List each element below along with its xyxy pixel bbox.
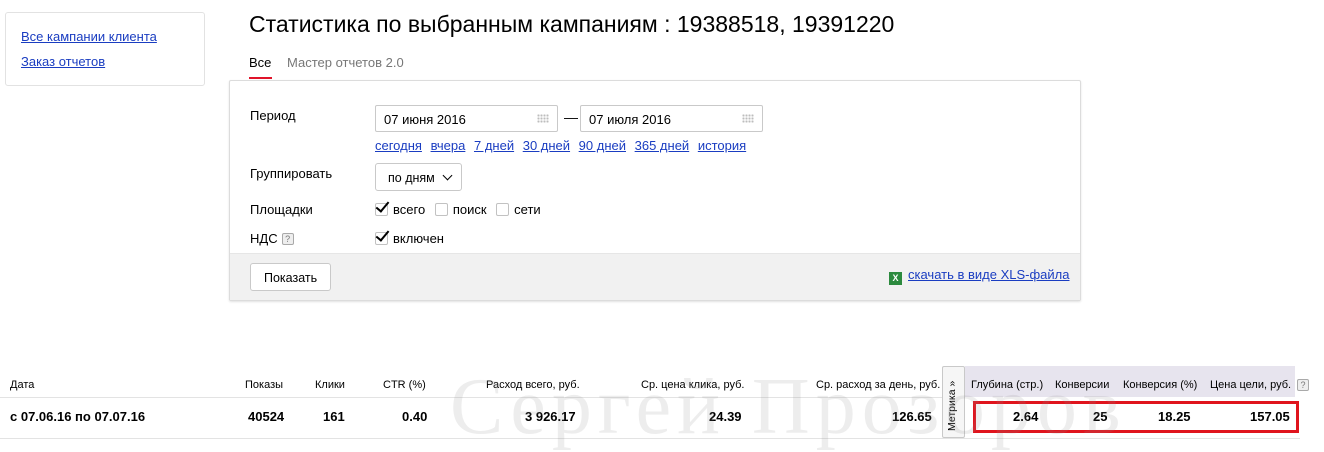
date-to-input[interactable]: 07 июля 2016 [580, 105, 763, 132]
cell-impressions: 40524 [248, 409, 285, 424]
checkbox-vat[interactable] [375, 232, 388, 245]
cell-clicks: 161 [323, 409, 345, 424]
period-label: Период [250, 108, 296, 123]
highlight-box [973, 401, 1299, 433]
filters-panel: Период 07 июня 2016 — 07 июля 2016 сегод… [229, 80, 1081, 301]
date-from-input[interactable]: 07 июня 2016 [375, 105, 558, 132]
cell-ctr: 0.40 [402, 409, 428, 424]
quick-period-links: сегодня вчера 7 дней 30 дней 90 дней 365… [375, 138, 751, 153]
checkbox-search[interactable] [434, 203, 448, 216]
col-header-impressions[interactable]: Показы [245, 379, 283, 391]
col-header-avg-daily-spend[interactable]: Ср. расход за день, руб. [816, 379, 940, 391]
date-to-value: 07 июля 2016 [589, 112, 671, 127]
date-dash: — [564, 109, 578, 125]
checkbox-search-label: поиск [452, 202, 487, 217]
tab-all[interactable]: Все [249, 55, 271, 70]
col-header-avg-cpc[interactable]: Ср. цена клика, руб. [641, 379, 744, 391]
date-from-value: 07 июня 2016 [384, 112, 466, 127]
col-header-conversions[interactable]: Конверсии [1055, 379, 1109, 391]
group-select-value: по дням [388, 171, 435, 185]
platforms-options: всего поиск сети [375, 202, 547, 217]
show-button[interactable]: Показать [250, 263, 331, 291]
quick-link-90-days[interactable]: 90 дней [579, 138, 626, 153]
quick-link-yesterday[interactable]: вчера [431, 138, 466, 153]
checkbox-networks[interactable] [496, 203, 510, 216]
sidebar: Все кампании клиента Заказ отчетов [5, 12, 205, 86]
active-tab-indicator [249, 77, 272, 79]
checkbox-vat-label: включен [393, 231, 444, 246]
metrika-toggle-label: Метрика » [946, 380, 958, 431]
vat-label: НДС [250, 231, 278, 246]
col-header-date[interactable]: Дата [10, 379, 34, 391]
excel-icon: X [889, 272, 902, 285]
col-header-ctr[interactable]: CTR (%) [383, 379, 426, 391]
chevron-down-icon [442, 170, 453, 181]
quick-link-365-days[interactable]: 365 дней [635, 138, 690, 153]
col-header-conversion-rate[interactable]: Конверсия (%) [1123, 379, 1197, 391]
cell-avg-cpc: 24.39 [709, 409, 742, 424]
xls-download-label: скачать в виде XLS-файла [908, 267, 1070, 282]
tab-report-master[interactable]: Мастер отчетов 2.0 [287, 55, 404, 70]
checkbox-all-label: всего [393, 202, 426, 217]
quick-link-history[interactable]: история [698, 138, 746, 153]
cell-date: с 07.06.16 по 07.07.16 [10, 409, 146, 424]
quick-link-30-days[interactable]: 30 дней [523, 138, 570, 153]
checkbox-all[interactable] [375, 203, 388, 216]
help-icon[interactable]: ? [1297, 379, 1309, 391]
calendar-icon[interactable] [537, 114, 549, 123]
all-campaigns-link[interactable]: Все кампании клиента [21, 29, 157, 44]
platforms-label: Площадки [250, 202, 313, 217]
divider [0, 397, 965, 398]
quick-link-7-days[interactable]: 7 дней [474, 138, 514, 153]
stats-table: Дата Показы Клики CTR (%) Расход всего, … [0, 366, 1324, 452]
vat-option: включен [375, 231, 450, 246]
col-header-clicks[interactable]: Клики [315, 379, 345, 391]
cell-total-spend: 3 926.17 [525, 409, 576, 424]
xls-download-link[interactable]: Xскачать в виде XLS-файла [889, 267, 1070, 285]
order-reports-link[interactable]: Заказ отчетов [21, 54, 105, 69]
metrika-toggle[interactable]: Метрика » [942, 366, 965, 438]
group-label: Группировать [250, 166, 333, 181]
cell-avg-daily-spend: 126.65 [892, 409, 932, 424]
group-select[interactable]: по дням [375, 163, 462, 191]
help-icon[interactable]: ? [281, 233, 294, 245]
calendar-icon[interactable] [742, 114, 754, 123]
col-header-goal-cost[interactable]: Цена цели, руб. [1210, 379, 1291, 391]
quick-link-today[interactable]: сегодня [375, 138, 422, 153]
page-title: Статистика по выбранным кампаниям : 1938… [249, 11, 895, 37]
col-header-total-spend[interactable]: Расход всего, руб. [486, 379, 580, 391]
checkbox-networks-label: сети [514, 202, 541, 217]
vat-label-wrap: НДС? [250, 231, 294, 246]
divider [0, 438, 1300, 439]
col-header-depth[interactable]: Глубина (стр.) [971, 379, 1043, 391]
